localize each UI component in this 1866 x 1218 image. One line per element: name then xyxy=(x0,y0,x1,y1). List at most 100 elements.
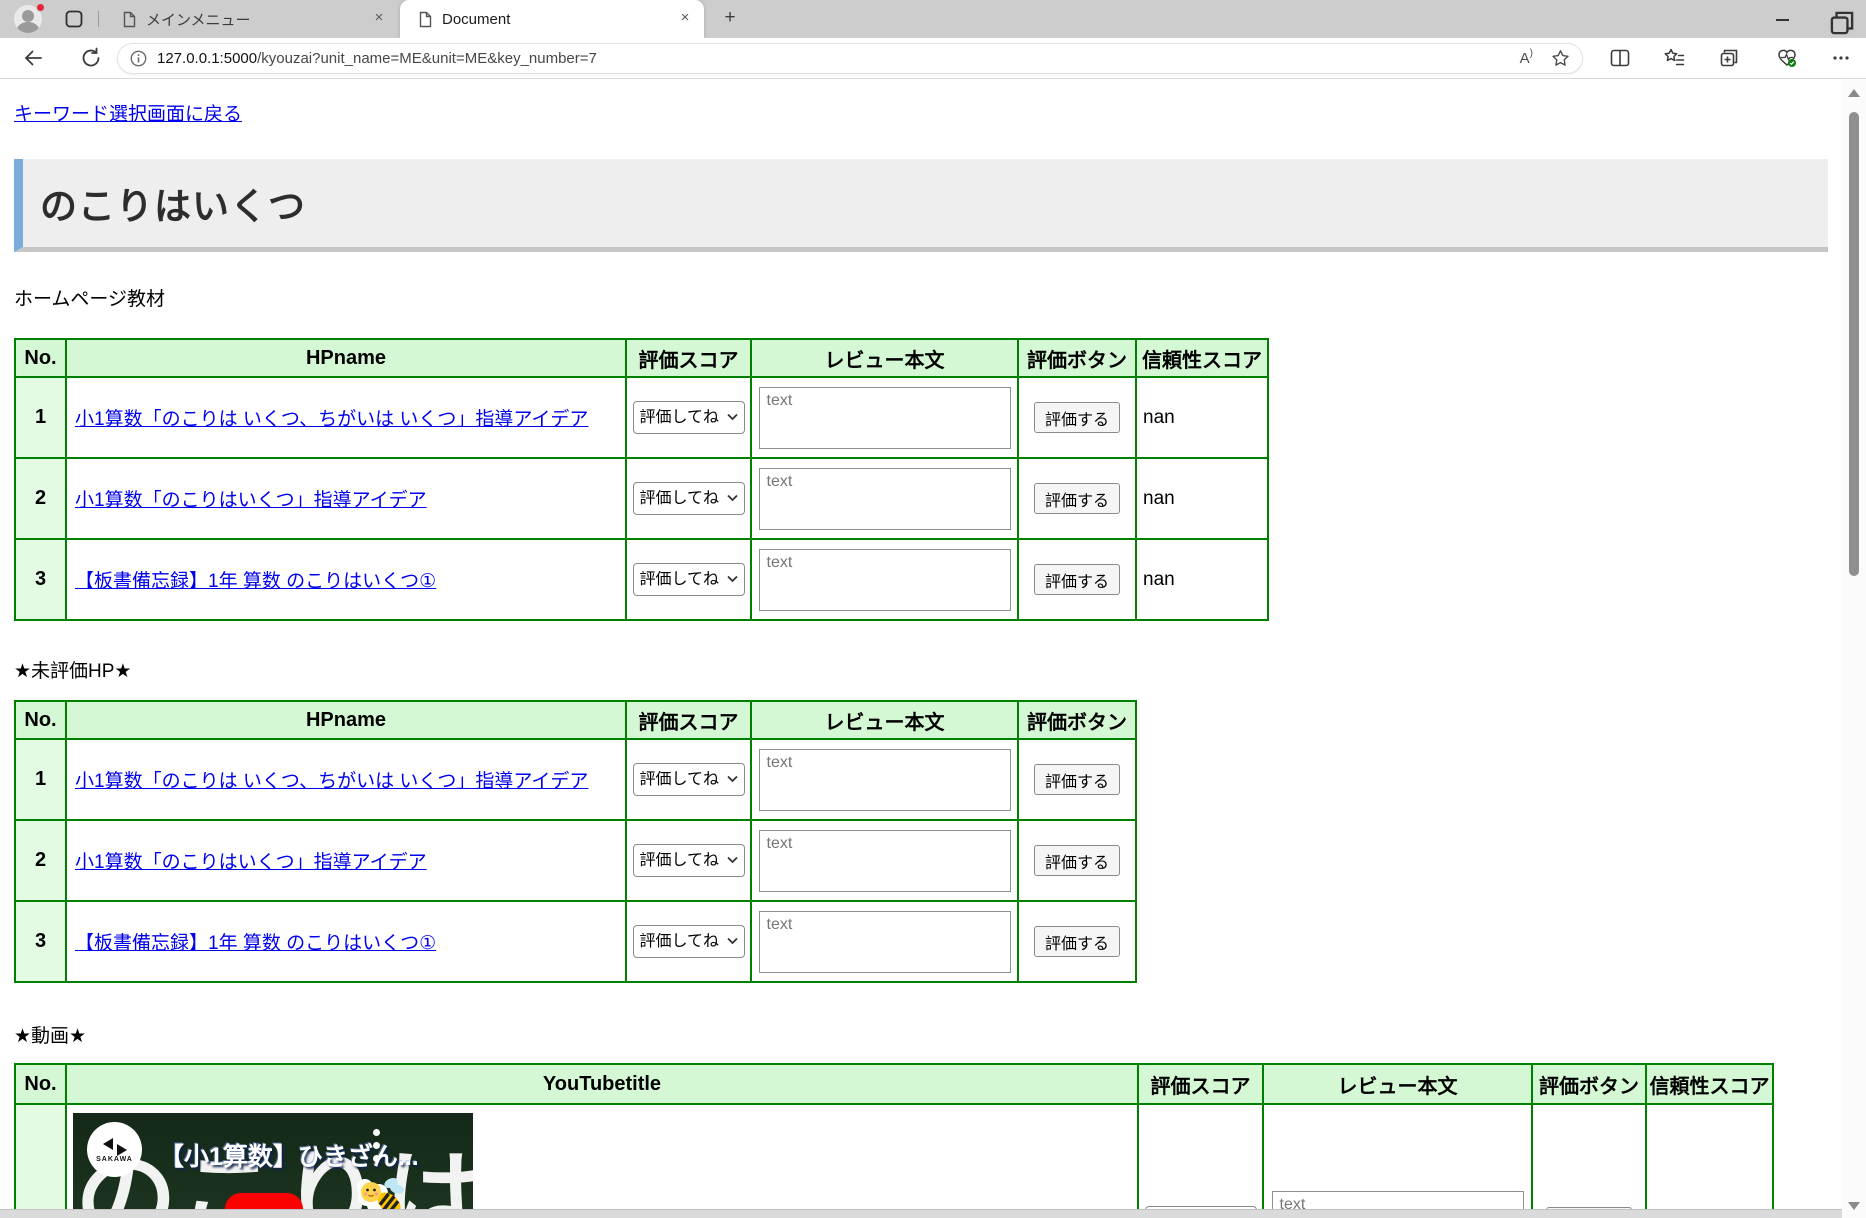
section-heading-video: ★動画★ xyxy=(14,1026,87,1047)
address-bar[interactable]: 127.0.0.1:5000/kyouzai?unit_name=ME&unit… xyxy=(117,43,1583,74)
tab-document[interactable]: Document × xyxy=(400,0,704,38)
review-textarea[interactable] xyxy=(758,748,1011,811)
col-header-youtubetitle: YouTubetitle xyxy=(65,1063,1139,1105)
tab-divider xyxy=(98,11,99,27)
row-number: 1 xyxy=(14,1103,67,1218)
col-header-review: レビュー本文 xyxy=(750,338,1019,378)
hp-link[interactable]: 小1算数「のこりは いくつ、ちがいは いくつ」指導アイデア xyxy=(75,771,588,792)
favorites-bar-icon[interactable] xyxy=(1663,47,1685,69)
col-header-hpname: HPname xyxy=(65,338,627,378)
hp-link[interactable]: 【板書備忘録】1年 算数 のこりはいくつ① xyxy=(75,933,436,954)
hp-link[interactable]: 小1算数「のこりはいくつ」指導アイデア xyxy=(75,490,427,511)
table-header-row: No. HPname 評価スコア レビュー本文 評価ボタン xyxy=(14,700,1137,740)
table-row: 1 のこりは SAKAWA 【小1算数】ひきざん... xyxy=(14,1103,1774,1218)
col-header-reliability: 信頼性スコア xyxy=(1135,338,1269,378)
col-header-no: No. xyxy=(14,700,67,740)
table-row: 1 小1算数「のこりは いくつ、ちがいは いくつ」指導アイデア 評価してね 評価… xyxy=(14,738,1137,821)
page-title-box: のこりはいくつ xyxy=(14,159,1828,252)
evaluate-button[interactable]: 評価する xyxy=(1034,764,1120,795)
reliability-score: nan xyxy=(1135,457,1269,540)
tab-label: Document xyxy=(442,10,511,28)
score-select[interactable]: 評価してね xyxy=(632,563,745,596)
more-options-icon[interactable] xyxy=(1830,47,1852,69)
tab-label: メインメニュー xyxy=(146,11,251,29)
review-textarea[interactable] xyxy=(758,910,1011,973)
tab-main-menu[interactable]: メインメニュー × xyxy=(104,0,398,38)
avatar-head-shape xyxy=(22,10,34,22)
col-header-button: 評価ボタン xyxy=(1531,1063,1647,1105)
score-select[interactable]: 評価してね xyxy=(632,763,745,796)
table-row: 2 小1算数「のこりはいくつ」指導アイデア 評価してね 評価する nan xyxy=(14,457,1269,540)
row-number: 1 xyxy=(14,738,67,821)
evaluate-button[interactable]: 評価する xyxy=(1034,483,1120,514)
tab-close-icon[interactable]: × xyxy=(676,10,694,28)
col-header-score: 評価スコア xyxy=(625,700,752,740)
review-textarea[interactable] xyxy=(758,467,1011,530)
col-header-no: No. xyxy=(14,338,67,378)
review-textarea[interactable] xyxy=(758,386,1011,449)
table-row: 3 【板書備忘録】1年 算数 のこりはいくつ① 評価してね 評価する xyxy=(14,900,1137,983)
table-row: 2 小1算数「のこりはいくつ」指導アイデア 評価してね 評価する xyxy=(14,819,1137,902)
minimize-button[interactable] xyxy=(1762,5,1802,33)
reliability-score: nan xyxy=(1135,538,1269,621)
col-header-reliability: 信頼性スコア xyxy=(1645,1063,1774,1105)
tab-actions-icon[interactable] xyxy=(64,9,84,29)
col-header-score: 評価スコア xyxy=(1137,1063,1264,1105)
page-title: のこりはいくつ xyxy=(40,186,306,227)
back-icon[interactable] xyxy=(22,47,44,69)
favorite-star-icon[interactable] xyxy=(1551,49,1570,68)
table-header-row: No. HPname 評価スコア レビュー本文 評価ボタン 信頼性スコア xyxy=(14,338,1269,378)
evaluate-button[interactable]: 評価する xyxy=(1034,402,1120,433)
back-to-keyword-link[interactable]: キーワード選択画面に戻る xyxy=(14,99,242,126)
hp-link[interactable]: 小1算数「のこりは いくつ、ちがいは いくつ」指導アイデア xyxy=(75,409,588,430)
col-header-review: レビュー本文 xyxy=(1262,1063,1533,1105)
table-row: 3 【板書備忘録】1年 算数 のこりはいくつ① 評価してね 評価する nan xyxy=(14,538,1269,621)
scroll-up-arrow-icon[interactable] xyxy=(1848,89,1860,97)
homepage-materials-table: No. HPname 評価スコア レビュー本文 評価ボタン 信頼性スコア 1 小… xyxy=(14,338,1269,621)
evaluate-button[interactable]: 評価する xyxy=(1034,564,1120,595)
new-tab-button[interactable]: + xyxy=(718,7,742,31)
col-header-hpname: HPname xyxy=(65,700,627,740)
hp-link[interactable]: 【板書備忘録】1年 算数 のこりはいくつ① xyxy=(75,571,436,592)
sakawa-logo: SAKAWA xyxy=(87,1122,142,1177)
col-header-review: レビュー本文 xyxy=(750,700,1019,740)
vertical-scrollbar[interactable] xyxy=(1842,79,1866,1218)
profile-notification-dot xyxy=(36,3,45,12)
section-heading-unrated: ★未評価HP★ xyxy=(14,661,132,682)
score-select[interactable]: 評価してね xyxy=(632,925,745,958)
hp-link[interactable]: 小1算数「のこりはいくつ」指導アイデア xyxy=(75,852,427,873)
horizontal-scrollbar[interactable] xyxy=(0,1209,1842,1218)
evaluate-button[interactable]: 評価する xyxy=(1034,845,1120,876)
browser-toolbar: 127.0.0.1:5000/kyouzai?unit_name=ME&unit… xyxy=(0,38,1866,79)
refresh-icon[interactable] xyxy=(80,47,102,69)
section-heading-homepage: ホームページ教材 xyxy=(14,289,166,310)
score-select[interactable]: 評価してね xyxy=(632,844,745,877)
split-screen-icon[interactable] xyxy=(1609,47,1631,69)
url-text[interactable]: 127.0.0.1:5000/kyouzai?unit_name=ME&unit… xyxy=(157,50,1502,67)
score-select[interactable]: 評価してね xyxy=(632,401,745,434)
row-number: 2 xyxy=(14,457,67,540)
read-aloud-icon[interactable]: A) xyxy=(1520,48,1533,67)
page-icon xyxy=(419,11,432,27)
page-icon xyxy=(123,11,136,27)
col-header-no: No. xyxy=(14,1063,67,1105)
row-number: 2 xyxy=(14,819,67,902)
scrollbar-thumb[interactable] xyxy=(1849,112,1859,576)
review-textarea[interactable] xyxy=(758,548,1011,611)
avatar-body-shape xyxy=(17,22,39,33)
video-table: No. YouTubetitle 評価スコア レビュー本文 評価ボタン 信頼性ス… xyxy=(14,1063,1774,1218)
restore-button[interactable] xyxy=(1822,9,1862,37)
row-number: 3 xyxy=(14,900,67,983)
collections-icon[interactable] xyxy=(1718,47,1740,69)
browser-essentials-icon[interactable] xyxy=(1776,47,1798,69)
tab-close-icon[interactable]: × xyxy=(370,10,388,28)
logo-arrows-icon xyxy=(102,1138,127,1156)
evaluate-button[interactable]: 評価する xyxy=(1034,926,1120,957)
site-info-icon[interactable] xyxy=(130,50,147,67)
review-textarea[interactable] xyxy=(758,829,1011,892)
score-select[interactable]: 評価してね xyxy=(632,482,745,515)
youtube-thumbnail[interactable]: のこりは SAKAWA 【小1算数】ひきざん... xyxy=(73,1113,473,1218)
reliability-score xyxy=(1645,1103,1774,1218)
col-header-button: 評価ボタン xyxy=(1017,700,1137,740)
scroll-down-arrow-icon[interactable] xyxy=(1848,1202,1860,1210)
